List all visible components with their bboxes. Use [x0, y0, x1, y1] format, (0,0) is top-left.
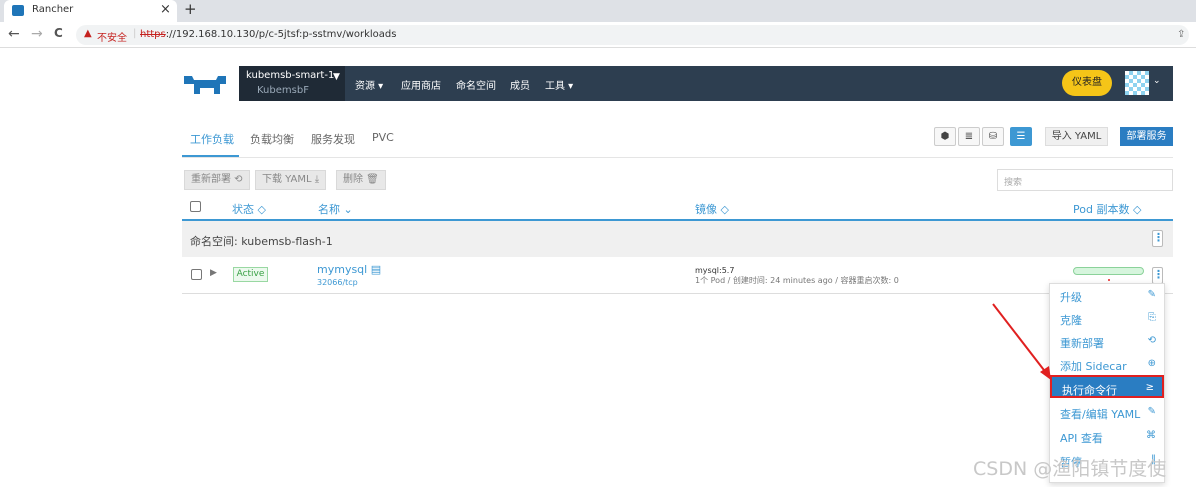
new-tab-button[interactable]: + [184, 0, 197, 18]
menu-item-upgrade[interactable]: 升级 ✎ [1050, 284, 1164, 307]
view-namespace-list-icon[interactable]: ☰ [1010, 127, 1032, 146]
nav-resources[interactable]: 资源 ▾ [355, 77, 383, 92]
menu-item-add-sidecar[interactable]: 添加 Sidecar ⊕ [1050, 353, 1164, 376]
rancher-favicon-icon [12, 5, 24, 16]
address-bar: ← → C ▲ 不安全 | https://192.168.10.130/p/c… [0, 22, 1196, 48]
nav-members[interactable]: 成员 [510, 77, 530, 92]
refresh-icon: ⟲ [1147, 335, 1156, 346]
menu-item-api-view[interactable]: API 查看 ⌘ [1050, 425, 1164, 448]
warning-icon: ▲ [84, 28, 92, 39]
expand-icon[interactable]: ▶ [210, 268, 217, 278]
forward-icon[interactable]: → [31, 26, 43, 42]
tab-pvc[interactable]: PVC [372, 131, 394, 144]
avatar[interactable] [1125, 71, 1149, 95]
chevron-down-icon[interactable]: ⌄ [1153, 76, 1161, 86]
view-flat-list-icon[interactable]: ≣ [958, 127, 980, 146]
table-row: ▶ Active mymysql ▤ 32066/tcp mysql:5.7 1… [182, 258, 1173, 294]
nav-app-store[interactable]: 应用商店 [401, 77, 441, 92]
nav-namespaces[interactable]: 命名空间 [456, 77, 496, 92]
pencil-icon: ✎ [1147, 289, 1156, 300]
select-all-checkbox[interactable] [190, 201, 201, 212]
deploy-button[interactable]: 部署服务 [1120, 127, 1173, 146]
menu-item-redeploy[interactable]: 重新部署 ⟲ [1050, 330, 1164, 353]
import-yaml-button[interactable]: 导入 YAML [1045, 127, 1108, 146]
column-header-pods[interactable]: Pod 副本数 ◇ [1073, 201, 1141, 217]
column-header-name[interactable]: 名称 ⌄ [318, 201, 353, 217]
view-node-icon[interactable]: ⬢ [934, 127, 956, 146]
row-actions-menu: 升级 ✎ 克隆 ⎘ 重新部署 ⟲ 添加 Sidecar ⊕ 执行命令行 ≥ 查看/编辑 Y… [1049, 283, 1165, 483]
delete-button[interactable]: 删除 🗑 [336, 170, 386, 190]
share-icon[interactable]: ⇪ [1177, 29, 1185, 40]
namespace-label: 命名空间: kubemsb-flash-1 [190, 235, 333, 248]
view-group-icon[interactable]: ⛁ [982, 127, 1004, 146]
namespace-actions-icon[interactable]: ⋮ [1152, 230, 1164, 247]
project-name: KubemsbF [257, 85, 309, 96]
browser-tab-bar [0, 0, 1196, 22]
document-icon: ▤ [370, 263, 382, 276]
browser-tab[interactable]: Rancher × [4, 0, 177, 22]
search-input[interactable]: 搜索 [997, 169, 1173, 191]
cluster-name: kubemsb-smart-1 [246, 70, 335, 81]
status-badge: Active [233, 267, 268, 282]
dashboard-button[interactable]: 仪表盘 [1062, 70, 1112, 96]
annotation-arrow [992, 303, 1051, 380]
divider: | [133, 28, 137, 39]
tab-workloads[interactable]: 工作负载 [190, 131, 234, 147]
tab-load-balancing[interactable]: 负载均衡 [250, 131, 294, 147]
link-icon: ⌘ [1146, 430, 1156, 441]
column-header-image[interactable]: 镜像 ◇ [695, 201, 729, 217]
top-nav: kubemsb-smart-1 KubemsbF ▼ 资源 ▾ 应用商店 命名空… [239, 66, 1173, 101]
divider [182, 157, 1173, 158]
menu-item-clone[interactable]: 克隆 ⎘ [1050, 307, 1164, 330]
workload-details: 1个 Pod / 创建时间: 24 minutes ago / 容器重启次数: … [695, 276, 899, 285]
insecure-label: 不安全 [97, 33, 127, 44]
image-name: mysql:5.7 [695, 266, 735, 275]
back-icon[interactable]: ← [8, 26, 20, 42]
pencil-icon: ✎ [1147, 406, 1156, 417]
url-text: https://192.168.10.130/p/c-5jtsf:p-sstmv… [140, 29, 397, 40]
workload-name-link[interactable]: mymysql ▤ [317, 263, 381, 276]
menu-item-view-edit-yaml[interactable]: 查看/编辑 YAML ✎ [1050, 401, 1164, 424]
chevron-down-icon: ▼ [333, 72, 340, 82]
reload-icon[interactable]: C [54, 26, 63, 40]
pod-indicator [1108, 279, 1110, 281]
column-header-status[interactable]: 状态 ◇ [232, 201, 266, 217]
port-link[interactable]: 32066/tcp [317, 278, 358, 287]
rancher-logo-icon[interactable] [182, 72, 232, 96]
row-actions-icon[interactable]: ⋮ [1152, 267, 1164, 284]
plus-circle-icon: ⊕ [1147, 358, 1156, 369]
terminal-icon: ≥ [1145, 382, 1154, 393]
copy-icon: ⎘ [1148, 312, 1156, 323]
nav-tools[interactable]: 工具 ▾ [545, 77, 573, 92]
namespace-group-row: 命名空间: kubemsb-flash-1 ⋮ [182, 221, 1173, 257]
redeploy-button[interactable]: 重新部署 ⟲ [184, 170, 250, 190]
watermark: CSDN @渔阳镇节度使 [973, 458, 1167, 480]
close-tab-icon[interactable]: × [160, 2, 171, 17]
row-checkbox[interactable] [191, 269, 202, 280]
tab-service-discovery[interactable]: 服务发现 [311, 131, 355, 147]
menu-item-execute-shell[interactable]: 执行命令行 ≥ [1050, 375, 1164, 398]
download-yaml-button[interactable]: 下载 YAML ⤓ [255, 170, 327, 190]
tab-title: Rancher [32, 4, 74, 15]
pod-status-bar [1073, 267, 1144, 275]
cluster-selector[interactable]: kubemsb-smart-1 KubemsbF ▼ [239, 66, 345, 101]
